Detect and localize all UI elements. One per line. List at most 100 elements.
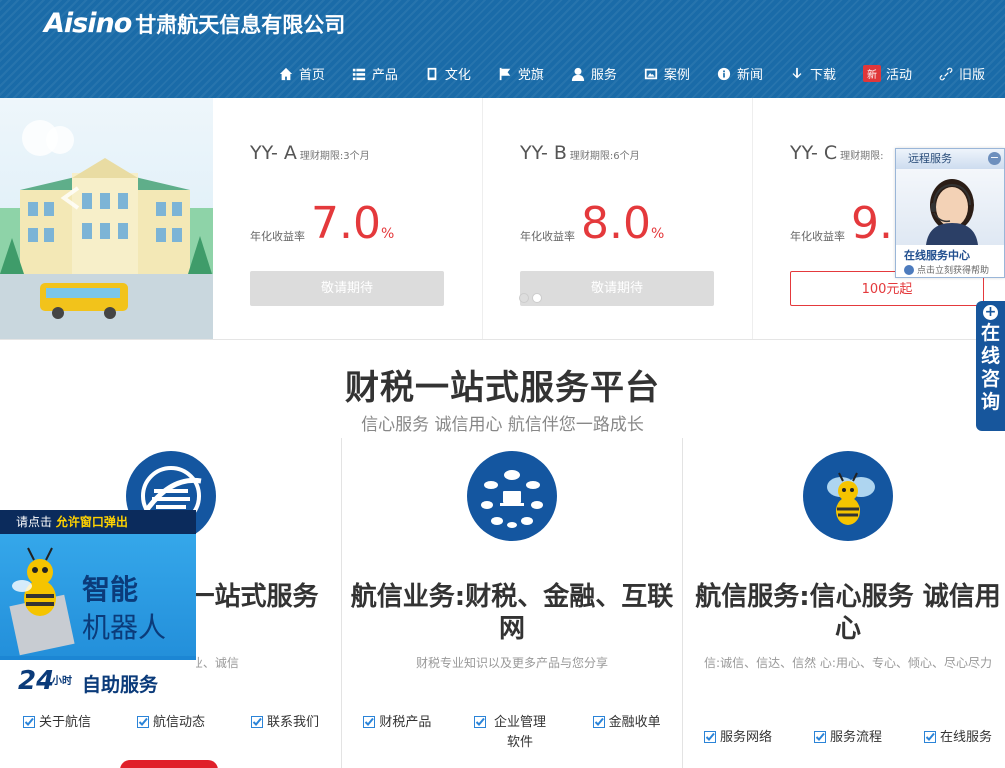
user-icon xyxy=(571,67,585,81)
nav-item-service[interactable]: 服务 xyxy=(571,64,617,83)
nav-label: 文化 xyxy=(444,68,471,83)
product-term: 理财期限:6个月 xyxy=(569,151,640,162)
check-icon xyxy=(813,731,826,743)
product-name: YY- A 理财期限:3个月 xyxy=(250,142,370,164)
hours-number: 24 xyxy=(18,666,55,696)
slider-dot[interactable] xyxy=(532,293,542,303)
link-about[interactable]: 关于航信 xyxy=(22,713,91,733)
company-logo[interactable]: Aisino 甘肃航天信息有限公司 xyxy=(44,8,345,39)
product-card-a: YY- A 理财期限:3个月 年化收益率 7.0% 敬请期待 xyxy=(213,98,483,339)
product-name: YY- C 理财期限: xyxy=(790,142,884,164)
help-icon xyxy=(904,264,914,275)
link-financial-acquiring[interactable]: 金融收单 xyxy=(592,713,661,753)
cloud-network-icon[interactable] xyxy=(467,451,557,541)
product-card-b: YY- B 理财期限:6个月 年化收益率 8.0% 敬请期待 xyxy=(483,98,753,339)
link-tax-products[interactable]: 财税产品 xyxy=(363,713,431,753)
link-contact[interactable]: 联系我们 xyxy=(250,713,319,733)
help-link[interactable]: 点击立刻获得帮助 xyxy=(896,263,1004,276)
column-links: 关于航信 航信动态 联系我们 xyxy=(0,713,342,733)
link-online-service[interactable]: 在线服务 xyxy=(923,728,992,748)
agent-avatar-icon xyxy=(926,179,978,245)
robot-banner: 智能 机器人 24 小时 自助服务 xyxy=(0,534,196,706)
logo-brand: Aisino xyxy=(44,8,132,39)
nav-item-culture[interactable]: 文化 xyxy=(425,64,471,83)
nav-label: 活动 xyxy=(885,68,912,83)
online-service-center[interactable]: 在线服务中心 xyxy=(896,247,1004,263)
list-icon xyxy=(352,68,365,80)
slider-dot[interactable] xyxy=(519,293,529,303)
nav-item-activities[interactable]: 新 活动 xyxy=(862,64,912,83)
minimize-icon[interactable]: − xyxy=(988,152,1001,165)
service-column: 航信服务:信心服务 诚信用心 信:诚信、信达、信然 心:用心、专心、倾心、尽心尽… xyxy=(683,438,1005,768)
agent-photo xyxy=(896,169,1004,245)
robot-title-1: 智能 xyxy=(82,573,139,606)
main-nav: 首页 产品 文化 党旗 服务 案例 新闻 下载 新 活动 旧版 xyxy=(252,64,985,83)
check-icon xyxy=(592,716,605,728)
check-icon xyxy=(703,731,716,743)
column-heading: 航信服务:信心服务 诚信用心 xyxy=(695,582,1001,644)
column-links: 财税产品 企业管理软件 金融收单 xyxy=(342,713,682,753)
link-news[interactable]: 航信动态 xyxy=(136,713,205,733)
business-column: 航信业务:财税、金融、互联网 财税专业知识以及更多产品与您分享 财税产品 企业管… xyxy=(341,438,683,768)
building-illustration xyxy=(0,120,213,339)
bee-mascot-icon[interactable] xyxy=(803,451,893,541)
nav-label: 服务 xyxy=(590,68,617,83)
link-service-process[interactable]: 服务流程 xyxy=(813,728,882,748)
column-heading: 航信业务:财税、金融、互联网 xyxy=(350,582,674,644)
new-badge: 新 xyxy=(862,65,881,82)
column-description: 财税专业知识以及更多产品与您分享 xyxy=(415,656,608,670)
nav-label: 旧版 xyxy=(958,68,985,83)
banner-illustration[interactable] xyxy=(0,98,213,339)
bee-robot-icon xyxy=(9,547,75,656)
section-title: 财税一站式服务平台 xyxy=(345,368,660,408)
flag-icon xyxy=(499,67,511,80)
nav-label: 党旗 xyxy=(517,68,544,83)
download-icon xyxy=(792,67,802,78)
coming-soon-button[interactable]: 敬请期待 xyxy=(250,271,444,306)
book-icon xyxy=(427,67,437,80)
robot-title-2: 机器人 xyxy=(82,611,167,644)
check-icon xyxy=(136,716,149,728)
nav-item-news[interactable]: 新闻 xyxy=(717,64,763,83)
product-slider: YY- A 理财期限:3个月 年化收益率 7.0% 敬请期待 YY- B 理财期限:… xyxy=(0,98,1005,340)
nav-label: 产品 xyxy=(371,68,398,83)
nav-item-old-version[interactable]: 旧版 xyxy=(939,64,985,83)
self-service-label: 自助服务 xyxy=(82,674,159,696)
column-links: 服务网络 服务流程 在线服务 xyxy=(683,728,1005,748)
nav-label: 案例 xyxy=(663,68,690,83)
nav-item-download[interactable]: 下载 xyxy=(790,64,836,83)
check-icon xyxy=(923,731,936,743)
link-management-software[interactable]: 企业管理软件 xyxy=(474,713,550,753)
remote-service-widget[interactable]: 远程服务 − 在线服务中心 点击立刻获得帮助 xyxy=(895,148,1005,278)
red-action-button[interactable] xyxy=(120,760,218,768)
nav-item-products[interactable]: 产品 xyxy=(352,64,398,83)
section-subtitle: 信心服务 诚信用心 航信伴您一路成长 xyxy=(361,415,644,435)
smart-robot-popup[interactable]: 请点击 允许窗口弹出 智能 机器人 24 小时 自助服务 xyxy=(0,510,196,706)
site-header: Aisino 甘肃航天信息有限公司 首页 产品 文化 党旗 服务 案例 新闻 下… xyxy=(0,0,1005,98)
nav-label: 新闻 xyxy=(736,68,763,83)
info-icon xyxy=(717,67,731,80)
product-term: 理财期限: xyxy=(840,151,884,162)
nav-item-party-flag[interactable]: 党旗 xyxy=(498,64,544,83)
nav-item-home[interactable]: 首页 xyxy=(279,64,325,83)
coming-soon-button[interactable]: 敬请期待 xyxy=(520,271,714,306)
nav-label: 下载 xyxy=(809,68,836,83)
popup-hint-bar: 请点击 允许窗口弹出 xyxy=(0,510,196,534)
nav-label: 首页 xyxy=(298,68,325,83)
check-icon xyxy=(363,716,376,728)
check-icon xyxy=(474,716,486,728)
product-term: 理财期限:3个月 xyxy=(299,151,370,162)
rate-label: 年化收益率 xyxy=(520,230,575,243)
home-icon xyxy=(279,67,292,80)
link-icon xyxy=(939,67,953,80)
picture-icon xyxy=(644,68,658,79)
link-service-network[interactable]: 服务网络 xyxy=(703,728,772,748)
remote-service-title: 远程服务 − xyxy=(896,149,1004,169)
nav-item-cases[interactable]: 案例 xyxy=(644,64,690,83)
robot-self-service: 24 小时 自助服务 xyxy=(0,656,196,706)
column-description: 信:诚信、信达、信然 心:用心、专心、倾心、尽心尽力 xyxy=(704,656,992,670)
rate-label: 年化收益率 xyxy=(790,230,845,243)
slider-dots xyxy=(519,293,545,303)
check-icon xyxy=(22,716,35,728)
logo-company-name: 甘肃航天信息有限公司 xyxy=(135,13,346,37)
